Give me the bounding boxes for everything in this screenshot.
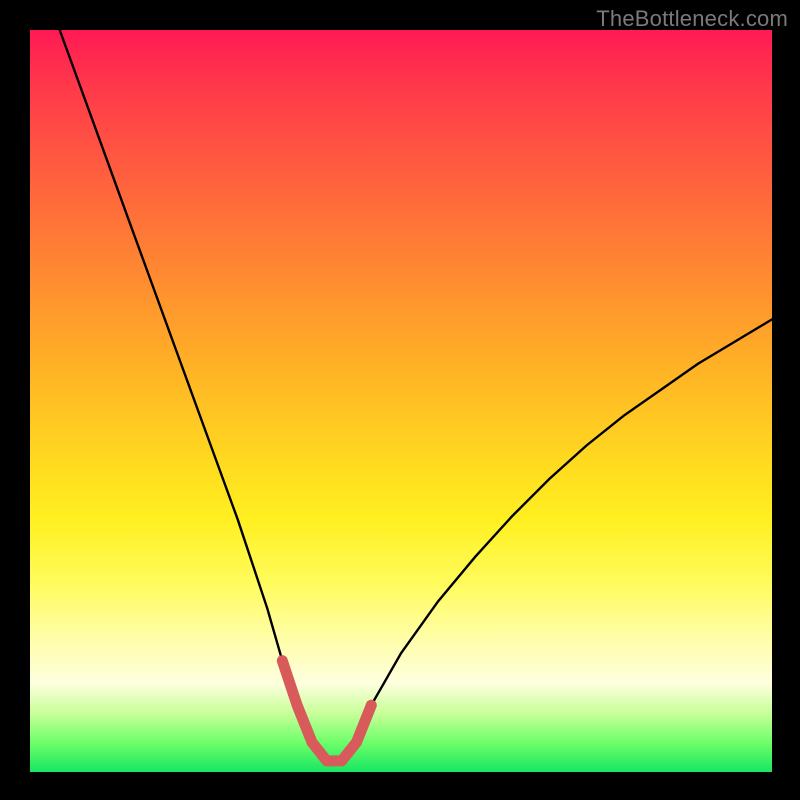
optimal-zone-curve: [282, 661, 371, 761]
chart-plot-area: [30, 30, 772, 772]
watermark-text: TheBottleneck.com: [596, 6, 788, 32]
chart-frame: TheBottleneck.com: [0, 0, 800, 800]
bottleneck-curve: [60, 30, 772, 761]
chart-svg: [30, 30, 772, 772]
